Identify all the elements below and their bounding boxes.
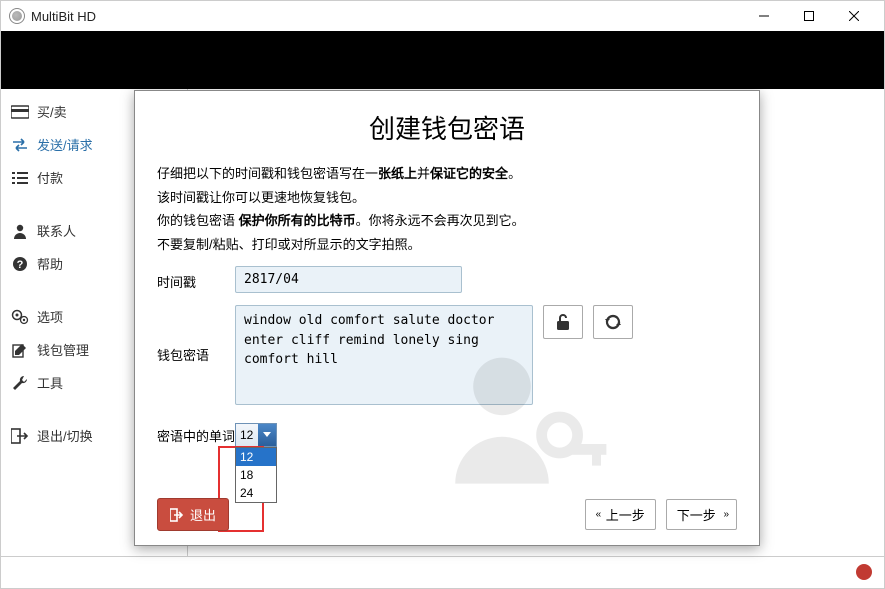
instructions: 仔细把以下的时间戳和钱包密语写在一张纸上并保证它的安全。 该时间戳让你可以更速地…: [157, 164, 737, 254]
sidebar-item-label: 选项: [37, 307, 63, 326]
lock-button[interactable]: [543, 305, 583, 339]
signout-icon: [11, 428, 29, 444]
wrench-icon: [11, 375, 29, 391]
dialog-title: 创建钱包密语: [157, 109, 737, 146]
swap-icon: [11, 137, 29, 153]
edit-icon: [11, 342, 29, 358]
timestamp-field[interactable]: [235, 266, 462, 293]
next-button[interactable]: 下一步 »: [666, 499, 737, 530]
sidebar-item-send-request[interactable]: 发送/请求: [1, 128, 135, 161]
sidebar-item-help[interactable]: ? 帮助: [1, 247, 135, 280]
sidebar-item-options[interactable]: 选项: [1, 300, 135, 333]
list-icon: [11, 170, 29, 186]
chevron-left-icon: «: [596, 509, 599, 520]
sidebar-item-buy-sell[interactable]: 买/卖: [1, 95, 135, 128]
status-dot-icon: [856, 564, 872, 580]
dropdown-option[interactable]: 12: [236, 448, 276, 466]
word-count-dropdown: 12 18 24: [235, 447, 277, 503]
seed-words-field[interactable]: [235, 305, 533, 405]
sidebar-item-tools[interactable]: 工具: [1, 366, 135, 399]
maximize-button[interactable]: [786, 1, 831, 31]
card-icon: [11, 104, 29, 120]
sidebar-item-label: 发送/请求: [37, 135, 93, 154]
sidebar-item-label: 工具: [37, 373, 63, 392]
gears-icon: [11, 309, 29, 325]
refresh-icon: [604, 313, 622, 331]
create-seed-dialog: 创建钱包密语 仔细把以下的时间戳和钱包密语写在一张纸上并保证它的安全。 该时间戳…: [134, 90, 760, 546]
prev-button[interactable]: « 上一步: [585, 499, 656, 530]
dropdown-option[interactable]: 18: [236, 466, 276, 484]
sidebar-item-label: 退出/切换: [37, 426, 93, 445]
sidebar-item-label: 帮助: [37, 254, 63, 273]
question-icon: ?: [11, 256, 29, 272]
word-count-label: 密语中的单词: [157, 426, 235, 445]
sidebar-item-wallet-mgmt[interactable]: 钱包管理: [1, 333, 135, 366]
signout-icon: [170, 508, 184, 522]
sidebar-item-exit-switch[interactable]: 退出/切换: [1, 419, 135, 452]
close-button[interactable]: [831, 1, 876, 31]
timestamp-label: 时间戳: [157, 266, 235, 291]
words-label: 钱包密语: [157, 305, 235, 364]
sidebar-item-contacts[interactable]: 联系人: [1, 214, 135, 247]
status-bar: [1, 556, 884, 588]
sidebar-item-payments[interactable]: 付款: [1, 161, 135, 194]
sidebar: 买/卖 发送/请求 付款 联系人 ? 帮助 选项: [1, 89, 135, 452]
title-bar: MultiBit HD: [1, 1, 884, 31]
dropdown-option[interactable]: 24: [236, 484, 276, 502]
sidebar-item-label: 付款: [37, 168, 63, 187]
exit-button[interactable]: 退出: [157, 498, 229, 531]
header-band: [1, 31, 884, 89]
sidebar-item-label: 联系人: [37, 221, 76, 240]
sidebar-item-label: 买/卖: [37, 102, 67, 121]
app-title: MultiBit HD: [31, 9, 96, 24]
app-icon: [9, 8, 25, 24]
user-icon: [11, 223, 29, 239]
unlock-icon: [555, 313, 571, 331]
refresh-button[interactable]: [593, 305, 633, 339]
minimize-button[interactable]: [741, 1, 786, 31]
svg-text:?: ?: [17, 259, 24, 271]
sidebar-item-label: 钱包管理: [37, 340, 89, 359]
chevron-down-icon: [258, 424, 276, 446]
word-count-select[interactable]: 12: [235, 423, 277, 447]
chevron-right-icon: »: [723, 509, 726, 520]
